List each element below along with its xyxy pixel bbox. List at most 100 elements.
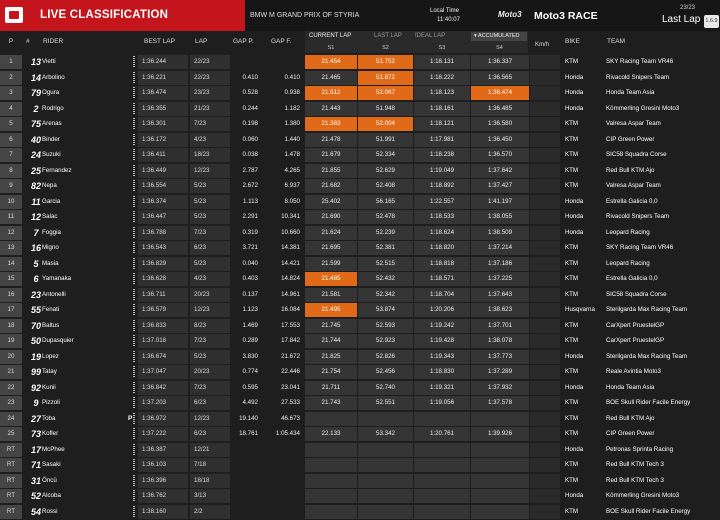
table-row[interactable]: 23 9 Pizzoli 1:37.203 6/23 4.492 27.533 21.743 5… — [0, 395, 720, 411]
gap-first — [262, 505, 303, 519]
table-row[interactable]: 25 73 Kofler 1:37.222 6/23 18.761 1:05.434 22.1… — [0, 426, 720, 442]
gap-previous: 0.060 — [242, 135, 258, 143]
tv-logo-icon — [5, 7, 23, 23]
gap-first: 14.421 — [281, 259, 300, 267]
sector-2-time: 52.456 — [358, 365, 413, 379]
gap-previous: 0.774 — [242, 368, 258, 375]
sector-4-time: 1:37.578 — [471, 396, 529, 410]
sector-1-time: 21.695 — [305, 241, 357, 255]
rider-position: 22 — [0, 380, 22, 395]
table-row[interactable]: 21 99 Tatay 1:37.047 20/23 0.774 22.446 21.754 5… — [0, 364, 720, 380]
sector-progress-marker — [133, 428, 135, 440]
table-row[interactable]: 4 2 Rodrigo 1:36.355 21/23 0.244 1.182 21.443 51… — [0, 101, 720, 117]
best-lap-time: 1:36.301 — [138, 117, 188, 131]
best-lap-number: 5/23 — [190, 349, 230, 364]
sector-3-time — [414, 489, 470, 503]
table-row[interactable]: 16 23 Antonelli 1:36.711 20/23 0.137 14.961 21.… — [0, 287, 720, 303]
bike-make: Honda — [565, 352, 584, 360]
rider-name: Öncü — [42, 476, 57, 484]
speed-cell — [530, 163, 560, 178]
table-row[interactable]: 24 27 Toba 1:36.972 12/23 19.140 46.673 KTM Red … — [0, 411, 720, 427]
table-row[interactable]: 13 16 Migno 1:36.543 6/23 3.721 14.381 21.695 52… — [0, 240, 720, 256]
sector-4-time: 1:37.427 — [471, 179, 529, 193]
best-lap-time: 1:36.628 — [138, 272, 188, 286]
table-row[interactable]: 1 13 Vietti 1:36.244 22/23 21.454 51.752 1:18.1… — [0, 54, 720, 70]
table-row[interactable]: 14 5 Masia 1:36.829 5/23 0.040 14.421 21.599 52.… — [0, 256, 720, 272]
sector-4-time: 1:41.197 — [471, 194, 529, 209]
table-row[interactable]: RT 52 Alcoba 1:36.762 3/13 Honda Kömmerling Gr… — [0, 488, 720, 504]
table-row[interactable]: 18 70 Baltus 1:36.833 8/23 1.469 17.553 21.745 5… — [0, 318, 720, 334]
table-row[interactable]: RT 71 Sasaki 1:36.103 7/18 KTM Red Bull KTM Te… — [0, 457, 720, 473]
sector-progress-marker — [133, 288, 135, 301]
sector-2-time — [358, 442, 413, 457]
sector-3-time: 1:18.892 — [414, 179, 470, 193]
bike-make: Husqvarna — [565, 306, 595, 313]
table-row[interactable]: 11 12 Salac 1:36.447 5/23 2.291 10.341 21.690 52… — [0, 209, 720, 225]
table-row[interactable]: 12 7 Foggia 1:36.788 7/23 0.319 10.660 21.624 52… — [0, 225, 720, 241]
team-name: CIP Green Power — [606, 430, 655, 437]
rider-name: Baltus — [42, 321, 60, 329]
accumulated-dropdown[interactable]: ▾ ACCUMULATED — [471, 32, 527, 41]
sector-progress-marker — [133, 474, 135, 487]
team-name: BOE Skull Rider Facile Energy — [606, 399, 691, 406]
table-row[interactable]: 5 75 Arenas 1:36.301 7/23 0.198 1.380 21.383 52.… — [0, 116, 720, 132]
table-row[interactable]: 17 55 Fenati 1:36.579 12/23 1.123 16.084 21.495… — [0, 302, 720, 318]
sector-progress-marker — [133, 133, 135, 146]
sector-1-time — [305, 504, 357, 519]
bike-make: Honda — [565, 73, 584, 81]
gap-first: 0.410 — [284, 73, 300, 81]
last-lap-tab[interactable]: LAST LAP — [374, 33, 402, 39]
rider-position: RT — [0, 504, 22, 519]
bike-make: Honda — [565, 213, 584, 220]
rider-position: 25 — [0, 427, 22, 441]
table-row[interactable]: 3 79 Ogura 1:36.474 23/23 0.528 0.938 21.512 52.… — [0, 85, 720, 101]
sector-4-time: 1:38.055 — [471, 210, 529, 224]
rider-name: Vietti — [42, 58, 56, 65]
table-row[interactable]: 15 6 Yamanaka 1:36.628 4/23 0.403 14.824 21.485… — [0, 271, 720, 287]
sector-4-time: 1:37.773 — [471, 349, 529, 364]
sector-3-time: 1:18.704 — [414, 287, 470, 302]
sector-progress-marker — [133, 397, 135, 409]
rider-name: Yamanaka — [42, 275, 72, 282]
sector-progress-marker — [133, 242, 135, 254]
sector-progress-marker — [133, 118, 135, 130]
table-row[interactable]: 10 11 Garcia 1:36.374 5/23 1.113 8.050 25.402 56… — [0, 194, 720, 210]
sector-3-time: 1:18.121 — [414, 117, 470, 131]
bike-make: KTM — [565, 461, 579, 468]
team-name: Honda Team Asia — [606, 383, 655, 391]
table-row[interactable]: 2 14 Arbolino 1:36.221 22/23 0.410 0.410 21.465… — [0, 70, 720, 86]
col-rider: RIDER — [43, 38, 64, 45]
table-row[interactable]: RT 31 Öncü 1:36.396 18/18 KTM Red Bull KTM Tec… — [0, 473, 720, 489]
table-row[interactable]: 20 19 Lopez 1:36.674 5/23 3.830 21.672 21.825 52… — [0, 349, 720, 365]
table-row[interactable]: 6 40 Binder 1:36.172 4/23 0.060 1.440 21.478 51.… — [0, 132, 720, 148]
table-row[interactable]: RT 54 Rossi 1:38.160 2/2 KTM BOE Skull Rider F… — [0, 504, 720, 520]
table-row[interactable]: 19 50 Dupasquier 1:37.018 7/23 0.289 17.842 21.… — [0, 333, 720, 349]
sector-progress-marker — [133, 102, 135, 115]
table-row[interactable]: 8 25 Fernandez 1:36.449 12/23 2.787 4.265 21.85… — [0, 163, 720, 179]
speed-cell — [530, 365, 560, 379]
sector-1-time — [305, 473, 357, 488]
ideal-lap-tab[interactable]: IDEAL LAP — [415, 33, 445, 39]
best-lap-time: 1:36.374 — [138, 194, 188, 209]
table-row[interactable]: 9 82 Nepa 1:36.554 5/23 2.672 6.937 21.682 52.40… — [0, 178, 720, 194]
rider-name: Suzuki — [42, 151, 61, 158]
team-name: Leopard Racing — [606, 259, 650, 267]
team-name: Kömmerling Gresini Moto3 — [606, 492, 680, 499]
gap-previous: 3.830 — [242, 352, 258, 360]
table-row[interactable]: 7 24 Suzuki 1:36.411 18/23 0.038 1.478 21.679 52… — [0, 147, 720, 163]
sector-2-time: 52.408 — [358, 179, 413, 193]
current-lap-tab[interactable]: CURRENT LAP — [309, 33, 351, 39]
team-name: SIC58 Squadra Corse — [606, 290, 667, 298]
col-bike: BIKE — [565, 38, 580, 45]
sector-progress-marker — [133, 490, 135, 502]
col-team: TEAM — [607, 38, 626, 45]
col-best-lap: BEST LAP — [144, 38, 175, 45]
bike-make: Honda — [565, 104, 584, 112]
rider-position: 6 — [0, 132, 22, 147]
sector-1-time: 21.754 — [305, 365, 357, 379]
sector-3-time: 1:18.820 — [414, 241, 470, 255]
table-row[interactable]: 22 92 Kunii 1:36.842 7/23 0.595 23.041 21.711 52… — [0, 380, 720, 396]
sector-3-time: 1:17.981 — [414, 132, 470, 147]
col-s3: S3 — [438, 45, 446, 51]
table-row[interactable]: RT 17 McPhee 1:36.387 12/21 Honda Petronas Spr… — [0, 442, 720, 458]
